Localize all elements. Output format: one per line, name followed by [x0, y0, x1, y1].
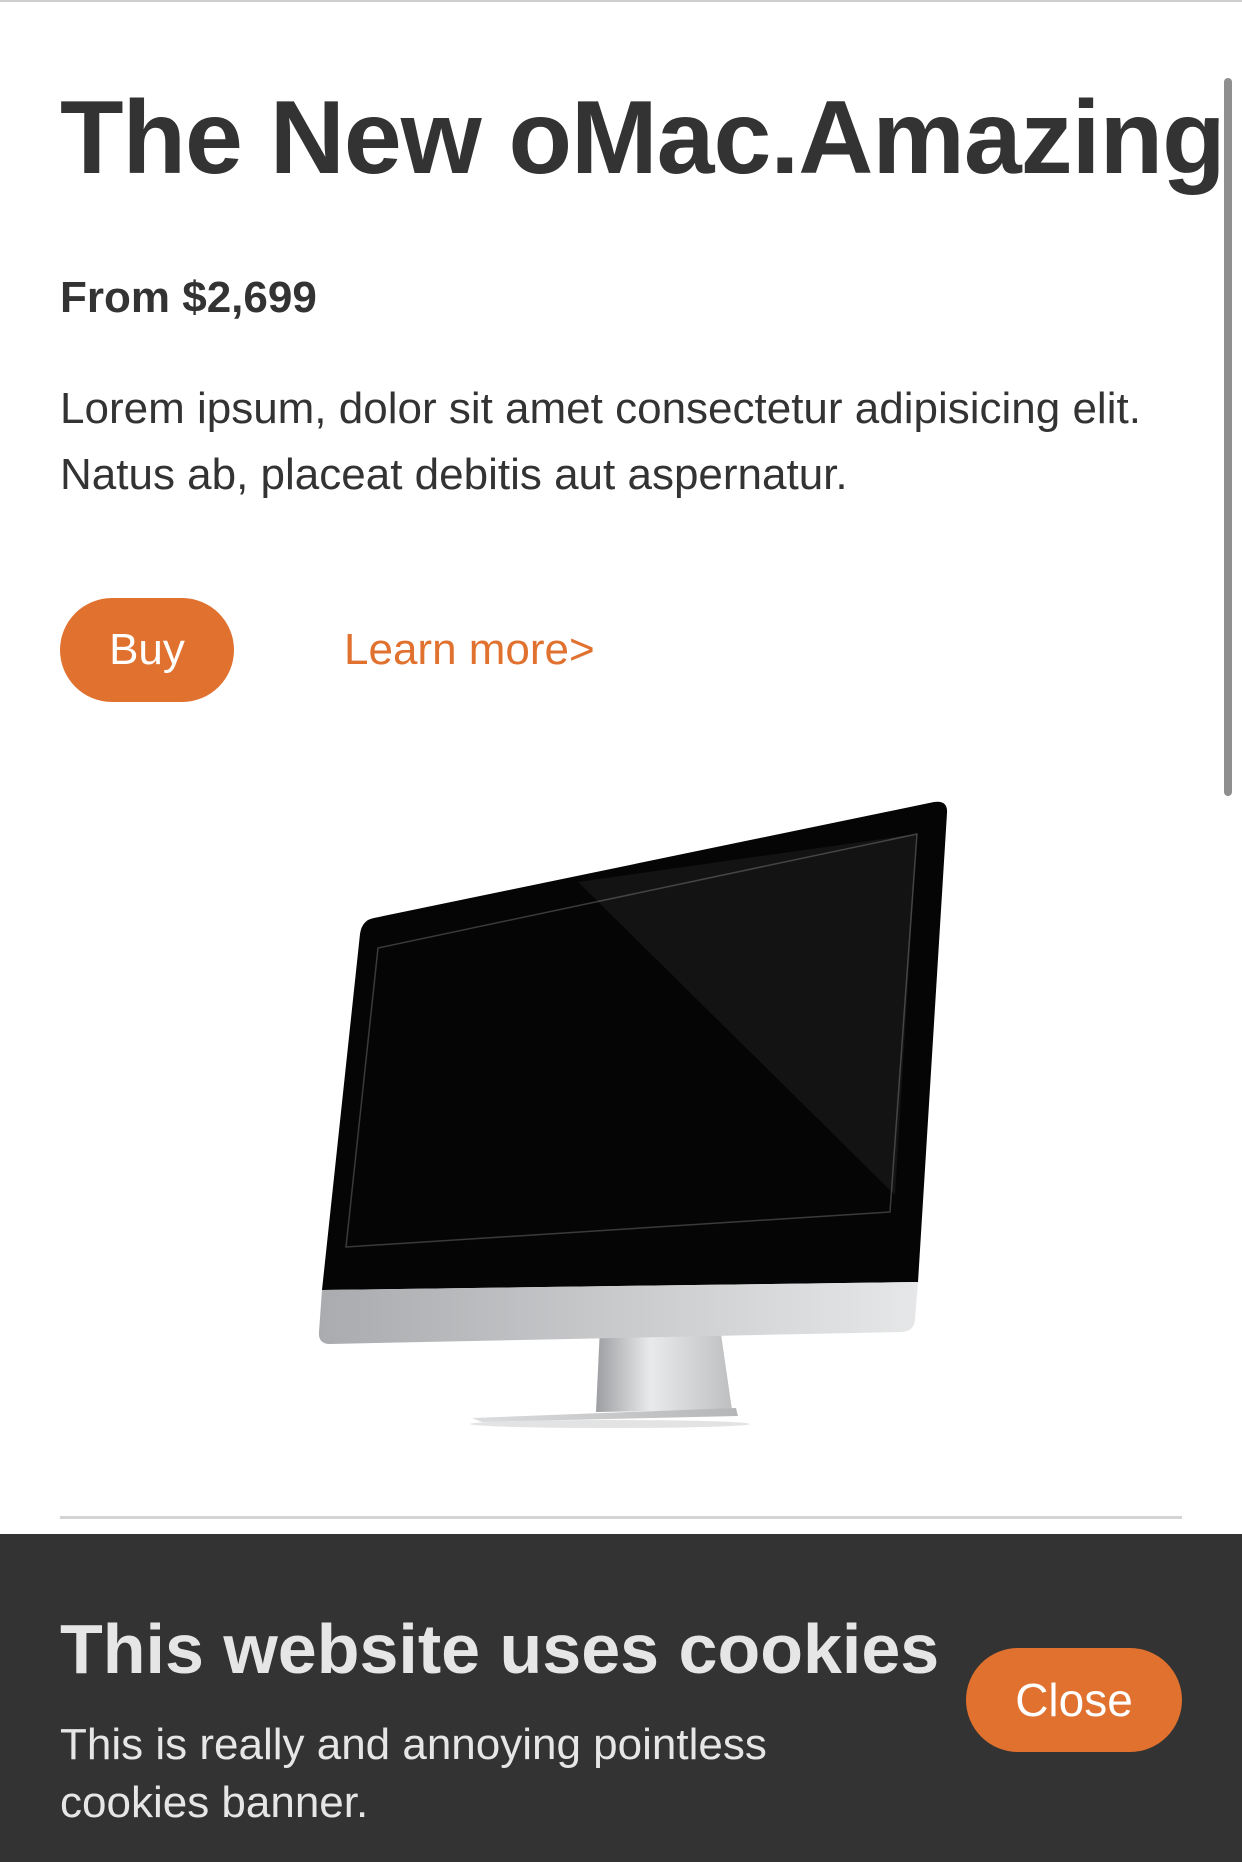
product-description: Lorem ipsum, dolor sit amet consectetur … [60, 384, 1141, 499]
cookie-banner-text: This is really and annoying pointless co… [60, 1720, 767, 1827]
page-title: The New oMac.Amazing [60, 80, 1226, 196]
cookie-banner-title: This website uses cookies [60, 1610, 940, 1688]
price-text: From $2,699 [60, 273, 317, 322]
section-divider [60, 1516, 1182, 1519]
buy-button[interactable]: Buy [60, 598, 234, 702]
monitor-chin [318, 1282, 918, 1344]
scrollbar[interactable] [1224, 78, 1232, 796]
monitor-image [318, 801, 948, 1428]
top-border [0, 0, 1242, 2]
close-button[interactable]: Close [966, 1648, 1182, 1752]
learn-more-link[interactable]: Learn more> [344, 620, 595, 680]
cookie-banner: This website uses cookies This is really… [0, 1534, 1242, 1862]
stand-neck [596, 1327, 732, 1412]
